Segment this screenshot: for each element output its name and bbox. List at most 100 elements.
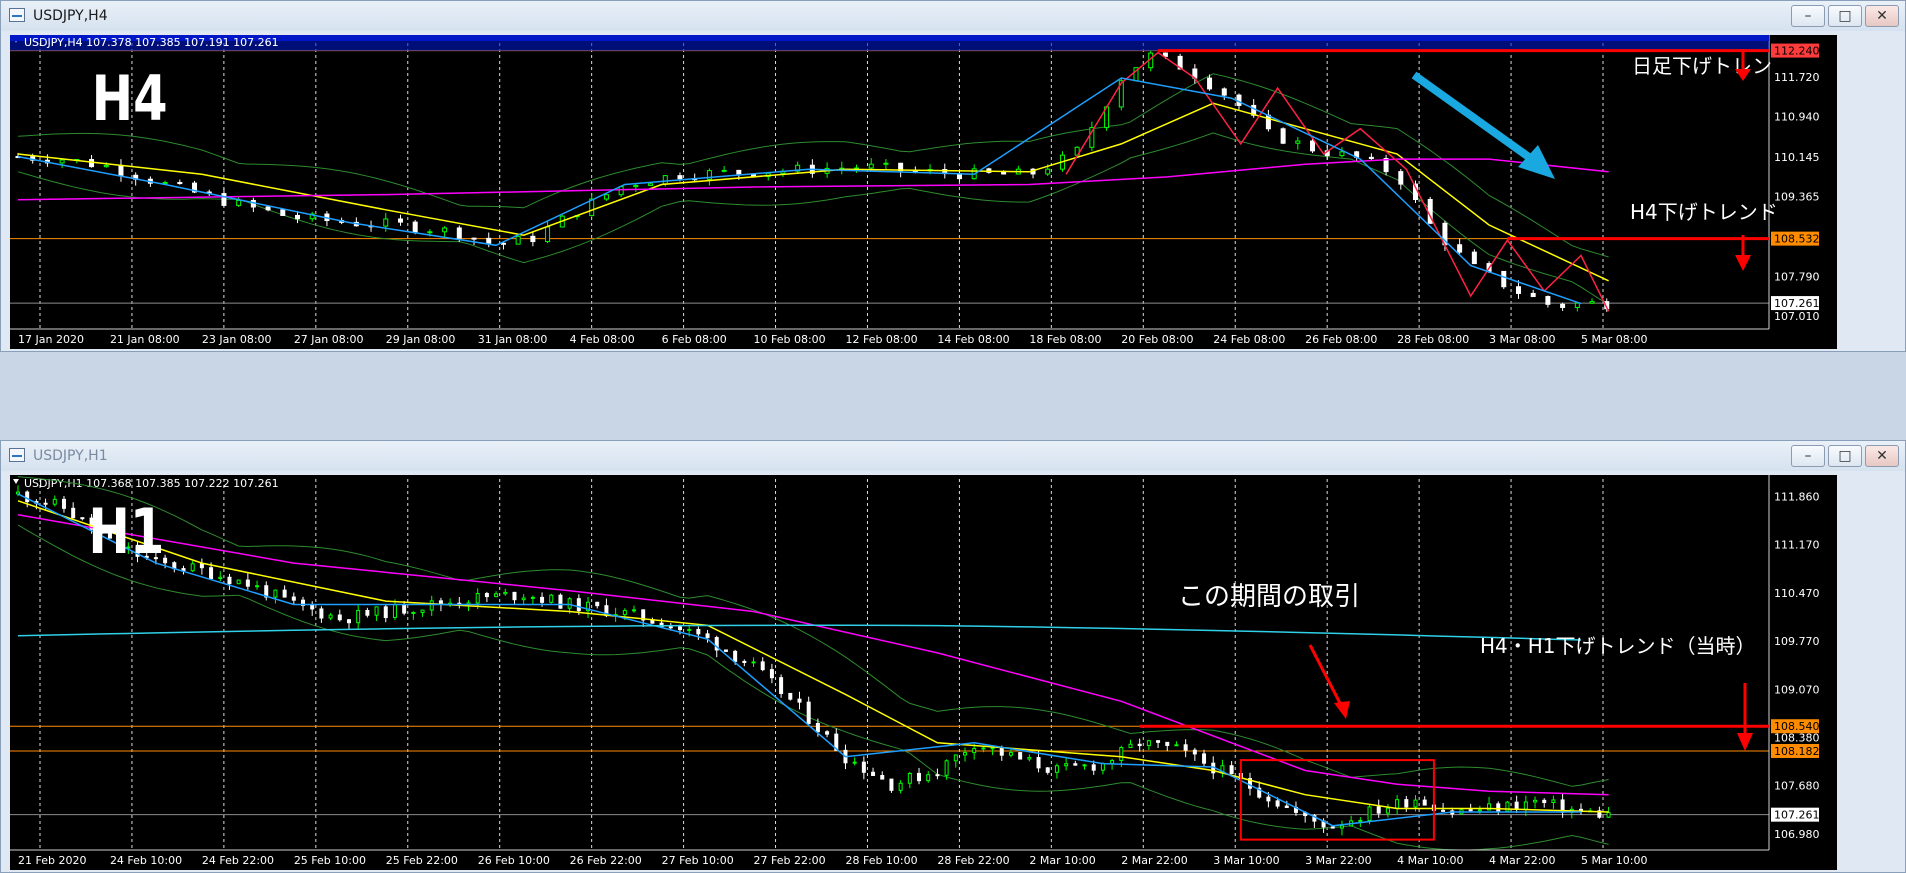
candle-body bbox=[1339, 825, 1344, 829]
minimize-button[interactable]: – bbox=[1791, 5, 1825, 27]
time-axis-label: 5 Mar 10:00 bbox=[1581, 854, 1647, 867]
candle-body bbox=[1514, 801, 1519, 810]
candle-body bbox=[1330, 826, 1335, 829]
candle-body bbox=[1045, 767, 1050, 773]
candle-body bbox=[1165, 741, 1170, 746]
h1-chart-window: USDJPY,H1 – □ ✕ USDJPY,H1 107.368 107.38… bbox=[0, 440, 1906, 873]
restore-button[interactable]: □ bbox=[1828, 5, 1862, 27]
candle-body bbox=[1468, 809, 1473, 812]
time-axis-label: 28 Feb 22:00 bbox=[937, 854, 1009, 867]
candle-body bbox=[880, 775, 885, 780]
candle-body bbox=[291, 596, 296, 601]
candle-body bbox=[797, 698, 802, 703]
candle-body bbox=[1027, 757, 1032, 760]
price-axis-label: 107.680 bbox=[1774, 780, 1820, 793]
candle-body bbox=[1310, 140, 1316, 152]
candle-body bbox=[1091, 764, 1096, 771]
candle-body bbox=[245, 579, 250, 587]
candle-body bbox=[1560, 303, 1566, 308]
candle-body bbox=[806, 701, 811, 724]
candle-body bbox=[1515, 286, 1521, 294]
candle-body bbox=[162, 182, 168, 185]
candle-body bbox=[402, 604, 407, 614]
h4-price-chart[interactable]: USDJPY,H4 107.378 107.385 107.191 107.26… bbox=[10, 35, 1837, 349]
candle-body bbox=[1523, 801, 1528, 810]
candle-body bbox=[456, 227, 462, 239]
candle-body bbox=[80, 517, 85, 520]
moving-average-fast bbox=[17, 102, 1609, 282]
time-axis-label: 6 Feb 08:00 bbox=[662, 333, 727, 346]
candle-body bbox=[1589, 301, 1595, 304]
price-axis-label: 111.860 bbox=[1774, 491, 1820, 504]
time-axis-label: 18 Feb 08:00 bbox=[1029, 333, 1101, 346]
candle-body bbox=[103, 164, 109, 168]
price-axis-label: 106.980 bbox=[1774, 828, 1820, 841]
candle-body bbox=[779, 677, 784, 694]
candle-body bbox=[1280, 128, 1286, 144]
candle-body bbox=[662, 175, 668, 185]
price-axis-label: 110.940 bbox=[1774, 111, 1820, 124]
moving-average-slow bbox=[17, 513, 1609, 796]
candle-body bbox=[420, 609, 425, 613]
dropdown-triangle-icon bbox=[13, 479, 19, 484]
candle-body bbox=[687, 628, 692, 631]
h4-chart-canvas[interactable]: USDJPY,H4 107.378 107.385 107.191 107.26… bbox=[10, 35, 1837, 349]
close-button[interactable]: ✕ bbox=[1865, 445, 1899, 467]
price-axis-label: 109.770 bbox=[1774, 635, 1820, 648]
candle-body bbox=[392, 604, 397, 619]
candle-body bbox=[295, 214, 301, 220]
h4-window-title: USDJPY,H4 bbox=[33, 8, 108, 24]
h4-chart-window: USDJPY,H4 – □ ✕ USDJPY,H4 107.378 107.38… bbox=[0, 0, 1906, 352]
candle-body bbox=[1295, 140, 1301, 144]
candle-body bbox=[1367, 806, 1372, 821]
candle-body bbox=[898, 782, 903, 791]
candle-body bbox=[1413, 799, 1418, 808]
restore-button[interactable]: □ bbox=[1828, 445, 1862, 467]
minimize-button[interactable]: – bbox=[1791, 445, 1825, 467]
candle-body bbox=[374, 606, 379, 616]
time-axis-label: 10 Feb 08:00 bbox=[754, 333, 826, 346]
time-axis-label: 23 Jan 08:00 bbox=[202, 333, 272, 346]
time-axis-label: 31 Jan 08:00 bbox=[478, 333, 548, 346]
candle-body bbox=[1395, 799, 1400, 809]
candle-body bbox=[953, 754, 958, 762]
h1-price-chart[interactable]: USDJPY,H1 107.368 107.385 107.222 107.26… bbox=[10, 475, 1837, 870]
candle-body bbox=[71, 507, 76, 519]
time-axis-label: 12 Feb 08:00 bbox=[845, 333, 917, 346]
candle-body bbox=[273, 589, 278, 598]
time-axis-label: 24 Feb 08:00 bbox=[1213, 333, 1285, 346]
h4-titlebar[interactable]: USDJPY,H4 – □ ✕ bbox=[1, 1, 1905, 31]
candle-body bbox=[236, 579, 241, 585]
candle-body bbox=[549, 594, 554, 603]
candle-body bbox=[1137, 743, 1142, 747]
candle-body bbox=[648, 183, 654, 186]
candle-body bbox=[990, 747, 995, 750]
candle-body bbox=[633, 184, 639, 188]
price-axis-label: 112.240 bbox=[1774, 45, 1820, 58]
price-axis-label: 107.010 bbox=[1774, 310, 1820, 323]
candle-body bbox=[1368, 156, 1374, 160]
candle-body bbox=[540, 596, 545, 603]
candle-body bbox=[484, 593, 489, 598]
close-button[interactable]: ✕ bbox=[1865, 5, 1899, 27]
candle-body bbox=[962, 752, 967, 756]
down-arrow-icon bbox=[1735, 255, 1751, 271]
candle-body bbox=[1501, 270, 1507, 288]
candle-body bbox=[475, 593, 480, 604]
candle-body bbox=[618, 186, 624, 196]
candle-body bbox=[337, 614, 342, 621]
price-axis-label: 111.720 bbox=[1774, 71, 1820, 84]
price-axis-label: 108.182 bbox=[1774, 745, 1820, 758]
candle-body bbox=[1339, 151, 1345, 157]
h1-titlebar[interactable]: USDJPY,H1 – □ ✕ bbox=[1, 441, 1905, 471]
candle-body bbox=[1404, 799, 1409, 808]
candle-body bbox=[43, 502, 48, 505]
candle-body bbox=[515, 235, 521, 245]
time-axis-label: 26 Feb 22:00 bbox=[570, 854, 642, 867]
candle-body bbox=[944, 760, 949, 776]
candle-body bbox=[917, 772, 922, 782]
h1-chart-canvas[interactable]: USDJPY,H1 107.368 107.385 107.222 107.26… bbox=[10, 475, 1837, 870]
candle-body bbox=[471, 237, 477, 240]
candle-body bbox=[889, 778, 894, 791]
candle-body bbox=[429, 600, 434, 611]
